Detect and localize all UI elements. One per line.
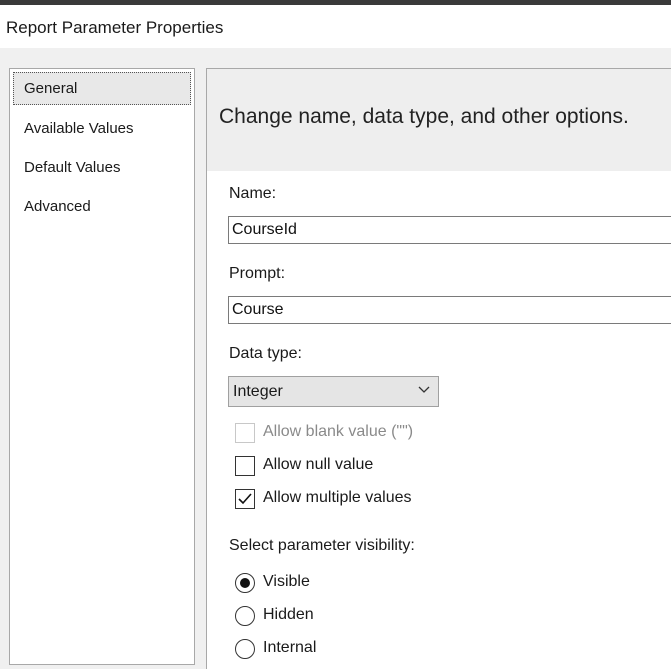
main-panel: Change name, data type, and other option… [206, 68, 671, 669]
window-title: Report Parameter Properties [6, 18, 224, 37]
allow-blank-label: Allow blank value ("") [263, 423, 414, 440]
data-type-label: Data type: [229, 345, 302, 362]
internal-label: Internal [263, 639, 317, 656]
chevron-down-icon [418, 386, 430, 393]
allow-null-label: Allow null value [263, 456, 374, 473]
visible-label: Visible [263, 573, 310, 590]
sidebar-item-advanced[interactable]: Advanced [13, 190, 191, 223]
banner-heading: Change name, data type, and other option… [219, 105, 629, 128]
name-label: Name: [229, 185, 277, 202]
data-type-dropdown[interactable]: Integer [228, 376, 439, 407]
prompt-field[interactable] [228, 296, 671, 324]
allow-multiple-label: Allow multiple values [263, 489, 412, 506]
sidebar-item-default-values[interactable]: Default Values [13, 151, 191, 184]
sidebar-item-available-values[interactable]: Available Values [13, 112, 191, 145]
sidebar-nav: General Available Values Default Values … [9, 68, 195, 665]
visibility-label: Select parameter visibility: [229, 537, 415, 554]
allow-null-checkbox[interactable] [235, 456, 255, 476]
sidebar-item-general[interactable]: General [13, 72, 191, 105]
prompt-label: Prompt: [229, 265, 286, 282]
internal-radio[interactable] [235, 639, 255, 659]
allow-multiple-checkbox[interactable] [235, 489, 255, 509]
allow-blank-checkbox[interactable] [235, 423, 255, 443]
header-banner: Change name, data type, and other option… [207, 69, 671, 171]
visible-radio[interactable] [235, 573, 255, 593]
hidden-label: Hidden [263, 606, 314, 623]
radio-selected-dot [240, 578, 250, 588]
title-bar: Report Parameter Properties [0, 5, 671, 48]
name-field[interactable] [228, 216, 671, 244]
data-type-value: Integer [233, 383, 283, 400]
hidden-radio[interactable] [235, 606, 255, 626]
checkmark-icon [238, 493, 252, 505]
